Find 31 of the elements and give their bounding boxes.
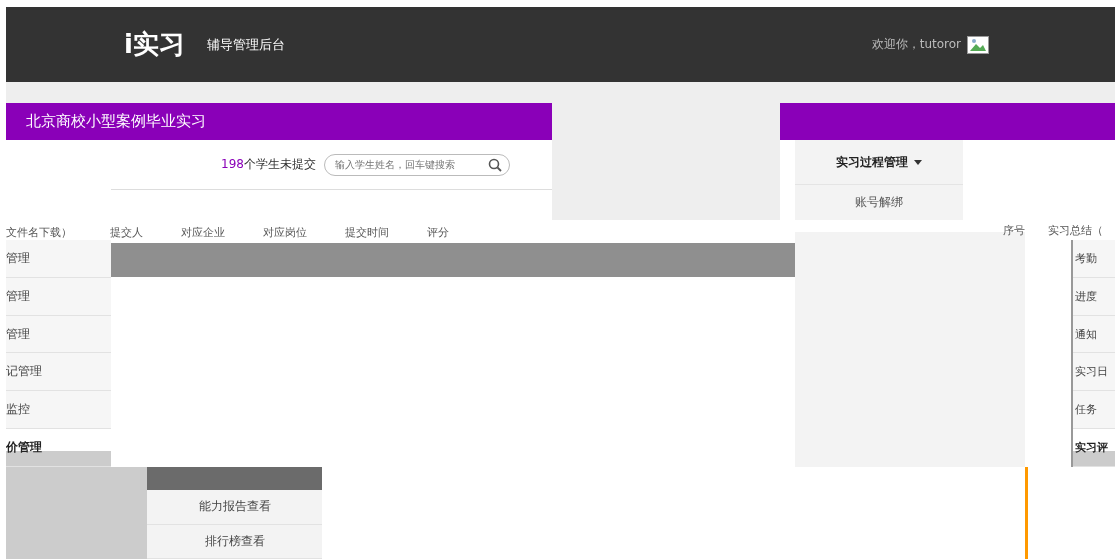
sidebar-item[interactable]: 价管理 [6,429,111,467]
column-header: 提交时间 [345,225,389,240]
course-title: 北京商校小型案例毕业实习 [26,112,206,131]
column-header: 评分 [427,225,449,240]
broken-image-icon[interactable] [967,35,989,54]
search-icon[interactable] [487,157,502,172]
column-header: 提交人 [110,225,143,240]
search-field[interactable]: 输入学生姓名，回车键搜索 [323,153,510,176]
process-menu-button[interactable]: 实习过程管理 [795,140,963,185]
column-header: 实习总结（ [1048,223,1103,238]
menu-item[interactable]: 账号解绑 [795,184,963,220]
sidebar-item[interactable]: 实习日 [1073,353,1115,392]
submenu-item[interactable]: 能力报告查看 [147,490,322,525]
sidebar-item[interactable]: 管理 [6,240,111,278]
header-title: 辅导管理后台 [206,35,285,54]
submenu-item[interactable]: 排行榜查看 [147,524,322,559]
sidebar-item[interactable]: 进度 [1073,277,1115,316]
column-header: 文件名下载） [6,225,72,240]
column-header: 序号 [1003,223,1025,238]
welcome-text: 欢迎你，tutoror [871,36,961,53]
sidebar-item[interactable]: 管理 [6,277,111,316]
pending-count-text: 198个学生未提交 [221,156,316,173]
sidebar-item[interactable]: 管理 [6,315,111,354]
caret-icon [914,159,922,165]
column-header: 对应岗位 [263,225,307,240]
sidebar-item[interactable]: 通知 [1073,315,1115,354]
sidebar-item[interactable]: 考勤 [1073,240,1115,278]
logo: i实习 [124,28,185,61]
sidebar-item[interactable]: 实习评 [1073,429,1115,467]
column-header: 对应企业 [181,225,225,240]
sidebar-item[interactable]: 记管理 [6,353,111,392]
